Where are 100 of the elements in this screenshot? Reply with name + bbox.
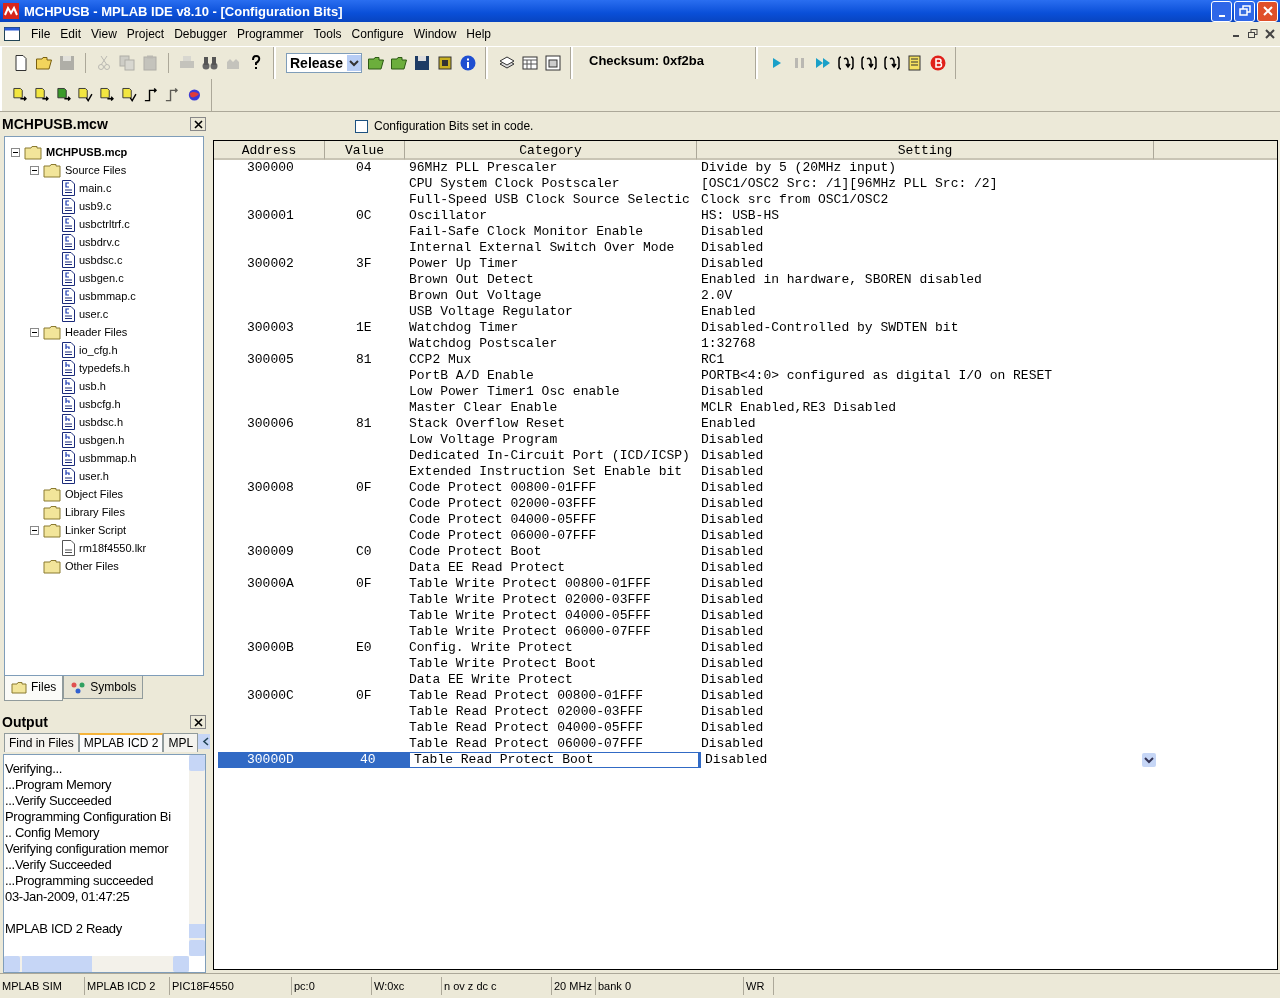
table-row[interactable]: Code Protect 04000-05FFF Disabled — [214, 512, 1277, 528]
collapse-icon[interactable] — [30, 525, 39, 535]
page-arrow-icon[interactable] — [55, 86, 73, 104]
table-row[interactable]: 30000A 0F Table Write Protect 00800-01FFF Disabled — [214, 576, 1277, 592]
tree-item[interactable]: Other Files — [65, 560, 119, 572]
table-row[interactable]: Table Write Protect Boot Disabled — [214, 656, 1277, 672]
output-tab[interactable]: MPLAB ICD 2 — [78, 733, 164, 752]
table-row[interactable]: Code Protect 02000-03FFF Disabled — [214, 496, 1277, 512]
collapse-icon[interactable] — [11, 147, 20, 157]
table-row[interactable]: Dedicated In-Circuit Port (ICD/ICSP) Disabled — [214, 448, 1277, 464]
tree-item[interactable]: Library Files — [65, 506, 125, 518]
output-tab[interactable]: MPL — [163, 733, 199, 752]
table-row[interactable]: 300000 04 96MHz PLL Prescaler Divide by 5 (20MHz input) — [214, 160, 1277, 176]
tree-item[interactable]: Linker Script — [65, 524, 127, 536]
table-row[interactable]: Full-Speed USB Clock Source Selectic Clock src from OSC1/OSC2 — [214, 192, 1277, 208]
new-project-icon[interactable] — [367, 54, 385, 72]
tree-item[interactable]: usb9.c — [79, 200, 112, 212]
table-row[interactable]: Code Protect 06000-07FFF Disabled — [214, 528, 1277, 544]
collapse-icon[interactable] — [30, 327, 39, 337]
table-row[interactable]: 30000B E0 Config. Write Protect Disabled — [214, 640, 1277, 656]
tree-item[interactable]: usbgen.c — [79, 272, 124, 284]
menu-item[interactable]: Project — [121, 27, 170, 41]
table-row[interactable]: PortB A/D Enable PORTB<4:0> configured as digital I/O on RESET — [214, 368, 1277, 384]
tree-item[interactable]: usbcfg.h — [79, 398, 121, 410]
window-icon[interactable] — [544, 54, 562, 72]
tree-item[interactable]: io_cfg.h — [79, 344, 118, 356]
grid-icon[interactable] — [521, 54, 539, 72]
table-row[interactable]: 300003 1E Watchdog Timer Disabled-Controlled by SWDTEN bit — [214, 320, 1277, 336]
tree-item[interactable]: typedefs.h — [79, 362, 130, 374]
binoculars-icon[interactable] — [201, 54, 219, 72]
table-row[interactable]: 300006 81 Stack Overflow Reset Enabled — [214, 416, 1277, 432]
tree-item[interactable]: MCHPUSB.mcp — [46, 146, 128, 158]
tree-item[interactable]: user.c — [79, 308, 109, 320]
tree-item[interactable]: rm18f4550.lkr — [79, 542, 147, 554]
menu-item[interactable]: Help — [461, 27, 496, 41]
tree-item[interactable]: Object Files — [65, 488, 124, 500]
tree-item[interactable]: usbgen.h — [79, 434, 125, 446]
setting-dropdown[interactable]: Disabled — [701, 752, 1158, 768]
tree-item[interactable]: Header Files — [65, 326, 128, 338]
table-row[interactable]: Watchdog Postscaler 1:32768 — [214, 336, 1277, 352]
table-row[interactable]: Brown Out Voltage 2.0V — [214, 288, 1277, 304]
new-file-icon[interactable] — [12, 54, 30, 72]
checkbox[interactable] — [355, 119, 368, 133]
table-row[interactable]: Low Voltage Program Disabled — [214, 432, 1277, 448]
info-icon[interactable] — [459, 54, 477, 72]
step-into-icon[interactable] — [837, 54, 855, 72]
table-row[interactable]: 300009 C0 Code Protect Boot Disabled — [214, 544, 1277, 560]
scroll-left-icon[interactable] — [202, 737, 210, 746]
table-row[interactable]: Brown Out Detect Enabled in hardware, SBOREN disabled — [214, 272, 1277, 288]
table-row[interactable]: Table Read Protect 04000-05FFF Disabled — [214, 720, 1277, 736]
build-config-dropdown[interactable]: Release — [286, 53, 362, 73]
open-folder-icon[interactable] — [390, 54, 408, 72]
menu-item[interactable]: Programmer — [231, 27, 309, 41]
minimize-button[interactable] — [1211, 0, 1232, 22]
tree-item[interactable]: usb.h — [79, 380, 106, 392]
table-row[interactable]: Extended Instruction Set Enable bit Disabled — [214, 464, 1277, 480]
column-header[interactable]: Setting — [697, 141, 1154, 160]
tree-item[interactable]: usbmmap.c — [79, 290, 136, 302]
page-arrow-icon[interactable] — [33, 86, 51, 104]
tree-item[interactable]: usbdrv.c — [79, 236, 120, 248]
chip-icon[interactable] — [436, 54, 454, 72]
close-button[interactable] — [190, 117, 206, 131]
tree-item[interactable]: Source Files — [65, 164, 127, 176]
menu-item[interactable]: Window — [408, 27, 462, 41]
table-row[interactable]: CPU System Clock Postscaler [OSC1/OSC2 Src: /1][96MHz PLL Src: /2] — [214, 176, 1277, 192]
table-row[interactable]: Internal External Switch Over Mode Disabled — [214, 240, 1277, 256]
step-over-icon[interactable] — [860, 54, 878, 72]
page-check-icon[interactable] — [120, 86, 138, 104]
workspace-tab[interactable]: Files — [4, 676, 64, 701]
menu-item[interactable]: File — [26, 27, 56, 41]
table-row[interactable]: 300005 81 CCP2 Mux RC1 — [214, 352, 1277, 368]
table-row[interactable]: Data EE Read Protect Disabled — [214, 560, 1277, 576]
table-row[interactable]: Low Power Timer1 Osc enable Disabled — [214, 384, 1277, 400]
page-check-icon[interactable] — [77, 86, 95, 104]
tree-item[interactable]: main.c — [79, 182, 112, 194]
table-row[interactable]: Master Clear Enable MCLR Enabled,RE3 Disabled — [214, 400, 1277, 416]
table-row[interactable]: 300001 0C Oscillator HS: USB-HS — [214, 208, 1277, 224]
tree-item[interactable]: usbctrltrf.c — [79, 218, 130, 230]
tree-item[interactable]: usbdsc.c — [79, 254, 123, 266]
workspace-tab[interactable]: Symbols — [63, 676, 144, 699]
menu-item[interactable]: Tools — [308, 27, 347, 41]
table-row[interactable]: 300002 3F Power Up Timer Disabled — [214, 256, 1277, 272]
table-row[interactable]: Fail-Safe Clock Monitor Enable Disabled — [214, 224, 1277, 240]
tree-item[interactable]: user.h — [79, 470, 109, 482]
table-row[interactable]: Table Read Protect 06000-07FFF Disabled — [214, 736, 1277, 752]
menu-item[interactable]: Debugger — [169, 27, 232, 41]
document-window-icon[interactable] — [4, 27, 20, 41]
column-header[interactable]: Value — [325, 141, 405, 160]
table-row[interactable]: Data EE Write Protect Disabled — [214, 672, 1277, 688]
menu-item[interactable]: View — [86, 27, 122, 41]
open-folder-icon[interactable] — [35, 54, 53, 72]
menu-item[interactable]: Edit — [55, 27, 87, 41]
step-out-icon[interactable] — [883, 54, 901, 72]
tree-item[interactable]: usbmmap.h — [79, 452, 137, 464]
table-row[interactable]: Table Write Protect 02000-03FFF Disabled — [214, 592, 1277, 608]
page-arrow-icon[interactable] — [12, 86, 29, 104]
table-row[interactable]: 300008 0F Code Protect 00800-01FFF Disabled — [214, 480, 1277, 496]
menu-item[interactable]: Configure — [346, 27, 409, 41]
restore-button[interactable] — [1234, 0, 1255, 22]
table-row[interactable]: 30000C 0F Table Read Protect 00800-01FFF Disabled — [214, 688, 1277, 704]
